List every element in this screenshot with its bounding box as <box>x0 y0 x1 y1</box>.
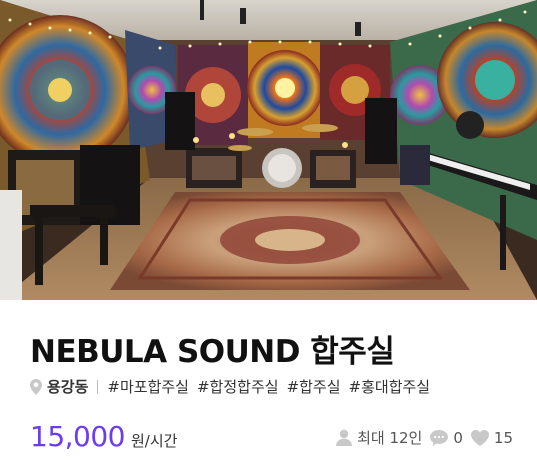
location-label: 용강동 <box>47 378 89 396</box>
tag-item[interactable]: #마포합주실 <box>107 376 189 397</box>
space-listing-card[interactable]: NEBULA SOUND 합주실 용강동 #마포합주실 #합정합주실 #합주실 … <box>0 0 537 466</box>
price-unit: 원/시간 <box>130 432 178 450</box>
space-photo[interactable] <box>0 0 537 300</box>
listing-stats: 최대 12인 0 15 <box>328 427 513 448</box>
listing-info: NEBULA SOUND 합주실 용강동 #마포합주실 #합정합주실 #합주실 … <box>30 300 513 466</box>
comment-count: 0 <box>453 428 463 447</box>
listing-footer: 15,000 원/시간 최대 12인 0 15 <box>30 420 513 453</box>
tag-item[interactable]: #홍대합주실 <box>349 376 431 397</box>
comment-icon <box>430 429 449 446</box>
person-icon <box>336 429 353 446</box>
capacity-stat: 최대 12인 <box>336 427 422 448</box>
meta-divider <box>97 379 99 394</box>
listing-title[interactable]: NEBULA SOUND 합주실 <box>30 326 395 371</box>
tag-item[interactable]: #합주실 <box>287 376 341 397</box>
heart-icon[interactable] <box>470 429 489 446</box>
rehearsal-room-photo <box>0 0 537 300</box>
tag-item[interactable]: #합정합주실 <box>197 376 279 397</box>
comment-stat: 0 <box>430 429 463 447</box>
listing-meta: 용강동 #마포합주실 #합정합주실 #합주실 #홍대합주실 <box>30 376 513 397</box>
tag-list: #마포합주실 #합정합주실 #합주실 #홍대합주실 <box>107 376 430 397</box>
price: 15,000 원/시간 <box>30 420 177 453</box>
like-count: 15 <box>493 428 513 447</box>
location-pin-icon <box>30 378 42 395</box>
price-amount: 15,000 <box>30 420 125 453</box>
like-stat[interactable]: 15 <box>470 428 513 447</box>
capacity-label: 최대 12인 <box>357 429 423 447</box>
